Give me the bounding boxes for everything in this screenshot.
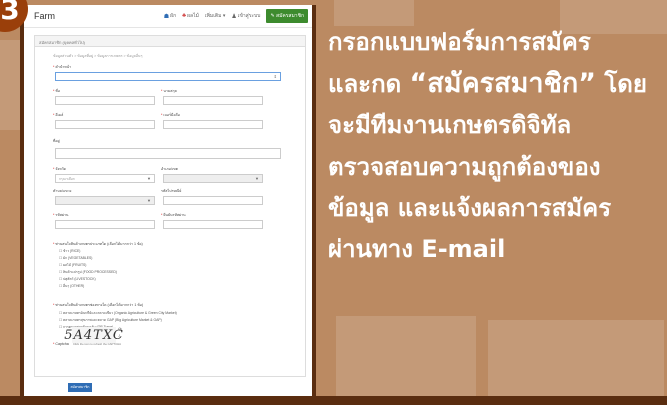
district-label: อำเภอ/เขต	[161, 167, 178, 171]
interest-checkbox-livestock[interactable]: ☐ ปศุสัตว์ (LIVESTOCK)	[59, 277, 96, 282]
prefix-select[interactable]: ⇕	[55, 72, 281, 81]
instruction-line: ข้อมูล และแจ้งผลการสมัคร	[328, 193, 612, 222]
interest-checkbox-rice[interactable]: ☐ ข้าว (RICE)	[59, 249, 80, 254]
province-select[interactable]: กรุณาเลือก ▼	[55, 174, 155, 183]
instruction-line: จะมีทีมงานเกษตรดิจิทัล	[328, 111, 572, 140]
phone-input[interactable]	[163, 120, 263, 129]
instruction-line: กรอกแบบฟอร์มการสมัคร	[328, 28, 591, 56]
background-block	[0, 40, 22, 130]
first-name-label: * ชื่อ	[53, 89, 61, 93]
panel-title: สมัครสมาชิก (บุคคลทั่วไป)	[35, 36, 305, 47]
top-navbar: Farm ☗ ผัก ♣ ผลไม้ เพิ่มเติม ▾ ♟ เข้าสู่ระบ…	[24, 5, 312, 28]
nav-label: เพิ่มเติม ▾	[204, 13, 226, 19]
background-block	[336, 316, 476, 396]
prefix-label: * คำนำหน้า	[53, 65, 72, 69]
chevron-down-icon: ▼	[255, 176, 259, 181]
chevron-down-icon: ▼	[147, 176, 151, 181]
email-label: * อีเมล์	[53, 113, 64, 117]
nav-label: เข้าสู่ระบบ	[237, 13, 261, 19]
address-label: ที่อยู่	[53, 139, 60, 143]
nav-more-dropdown[interactable]: เพิ่มเติม ▾	[205, 12, 225, 20]
email-input[interactable]	[55, 120, 155, 129]
postcode-label: รหัสไปรษณีย์	[161, 189, 182, 193]
password-input[interactable]	[55, 220, 155, 229]
postcode-input[interactable]	[163, 196, 263, 205]
nav-login[interactable]: ♟ เข้าสู่ระบบ	[231, 12, 260, 20]
confirm-password-label: * ยืนยันรหัสผ่าน	[161, 213, 186, 217]
register-button[interactable]: ✎ สมัครสมาชิก	[266, 9, 308, 23]
background-block	[488, 320, 664, 396]
nav-label: ผัก	[170, 13, 177, 19]
interest-checkbox-vegetables[interactable]: ☐ ผัก (VEGETABLES)	[59, 256, 92, 261]
phone-label: * เบอร์มือถือ	[161, 113, 180, 117]
highlight-register-text: “สมัครสมาชิก”	[409, 68, 596, 100]
instruction-line: ผ่านทาง E-mail	[328, 235, 506, 264]
site-brand[interactable]: Farm	[34, 11, 55, 21]
select-arrow-icon: ⇕	[273, 74, 277, 79]
subdistrict-label: ตำบล/แขวง	[53, 189, 72, 193]
chevron-down-icon: ▼	[147, 198, 151, 203]
first-name-input[interactable]	[55, 96, 155, 105]
interest-checkbox-other[interactable]: ☐ อื่นๆ (OTHER)	[59, 284, 84, 289]
channel-question: * ท่านสนใจสินค้าเกษตรช่องทางใด (เลือกได้…	[53, 303, 144, 307]
nav-label: ผลไม้	[187, 13, 199, 19]
nav-vegetables[interactable]: ☗ ผัก	[164, 12, 176, 20]
registration-panel: สมัครสมาชิก (บุคคลทั่วไป) ข้อมูลส่วนตัว …	[34, 35, 306, 377]
user-icon: ♟	[231, 13, 237, 20]
captcha-image: 5A4TXC	[64, 327, 124, 343]
district-select[interactable]: ▼	[163, 174, 263, 183]
confirm-password-input[interactable]	[163, 220, 263, 229]
address-input[interactable]	[55, 148, 281, 159]
interest-checkbox-fruits[interactable]: ☐ ผลไม้ (FRUITS)	[59, 263, 86, 268]
submit-registration-button[interactable]: สมัครสมาชิก	[68, 383, 92, 392]
last-name-input[interactable]	[163, 96, 263, 105]
subdistrict-select[interactable]: ▼	[55, 196, 155, 205]
interest-checkbox-processed[interactable]: ☐ สินค้าแปรรูป (FOOD PROCESSED)	[59, 270, 117, 275]
fruit-icon: ♣	[182, 13, 187, 19]
vegetable-icon: ☗	[163, 13, 170, 20]
instruction-text: กรอกแบบฟอร์มการสมัคร และกด “สมัครสมาชิก”…	[328, 22, 660, 270]
screenshot-frame: Farm ☗ ผัก ♣ ผลไม้ เพิ่มเติม ▾ ♟ เข้าสู่ระบ…	[20, 5, 316, 405]
bottom-band	[0, 396, 667, 405]
instruction-line: ตรวจสอบความถูกต้องของ	[328, 152, 601, 181]
interest-question: * ท่านสนใจสินค้าเกษตรประเภทใด (เลือกได้ม…	[53, 242, 143, 246]
form-breadcrumb: ข้อมูลส่วนตัว > ข้อมูลที่อยู่ > ข้อมูลกา…	[53, 54, 143, 58]
province-placeholder: กรุณาเลือก	[59, 177, 75, 181]
password-label: * รหัสผ่าน	[53, 213, 69, 217]
captcha-note: Click the icon to refresh the CAPTCHA	[72, 342, 122, 346]
last-name-label: * นามสกุล	[161, 89, 177, 93]
channel-checkbox-gap[interactable]: ☐ ตลาดเกษตรสุขภาพและตลาด GAP (Big Agricu…	[59, 318, 162, 323]
instruction-line: และกด “สมัครสมาชิก” โดย	[328, 68, 647, 100]
captcha-label: * Captcha	[53, 342, 69, 346]
refresh-captcha-icon[interactable]: ⟳ ♪	[118, 327, 122, 339]
nav-fruits[interactable]: ♣ ผลไม้	[182, 12, 199, 20]
channel-checkbox-organic[interactable]: ☐ ตลาดเกษตรอินทรีย์และตลาดเขียว (Organic…	[59, 311, 177, 316]
province-label: * จังหวัด	[53, 167, 66, 171]
